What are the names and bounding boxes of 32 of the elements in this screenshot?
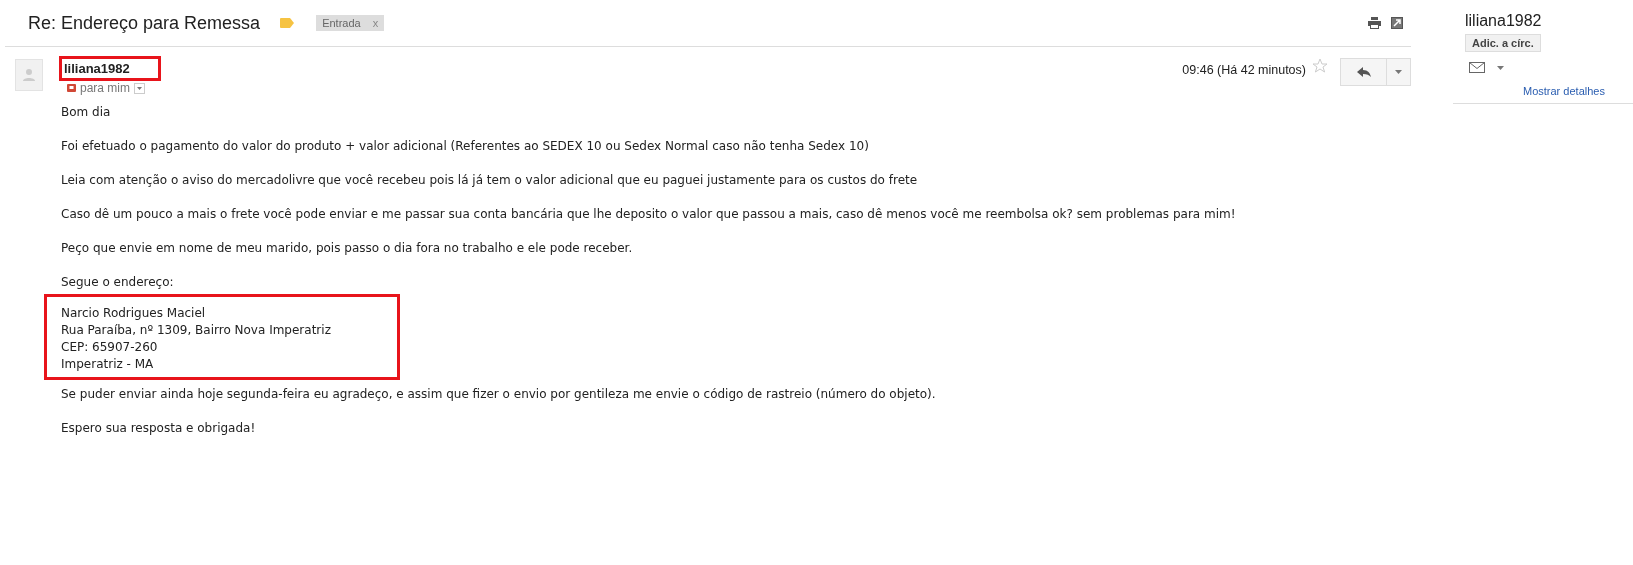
label-text: Entrada	[322, 17, 361, 29]
body-text-line: Segue o endereço:	[61, 274, 175, 291]
caret-icon[interactable]	[1497, 65, 1504, 70]
sender-name[interactable]: liliana1982	[59, 56, 161, 81]
body-text-line: Rua Paraíba, nº 1309, Bairro Nova Imperatriz	[61, 322, 332, 339]
body-text-line: Narcio Rodrigues Maciel	[61, 305, 207, 322]
reply-button[interactable]	[1340, 58, 1387, 86]
body-text-line: Se puder enviar ainda hoje segunda-feira eu agradeço, e assim que fizer o envio por gentileza me envie o código de rastreio (número do objeto).	[61, 386, 937, 403]
email-subject: Re: Endereço para Remessa	[28, 12, 261, 34]
body-text-line: Imperatriz - MA	[61, 356, 155, 373]
body-text-line: Leia com atenção o aviso do mercadolivre que você recebeu pois lá já tem o valor adicional que eu paguei justamente para os custos do frete	[61, 172, 919, 189]
add-to-circles-button[interactable]: Adic. a círc.	[1465, 34, 1541, 52]
body-text-line: Caso dê um pouco a mais o frete você pode enviar e me passar sua conta bancária que lhe deposito o valor que passou a mais, caso dê menos você me reembolsa ok? sem problemas para mim!	[61, 206, 1237, 223]
importance-icon	[67, 84, 76, 92]
star-icon[interactable]	[1312, 58, 1328, 74]
message-time: 09:46 (Há 42 minutos)	[1182, 63, 1306, 77]
contact-name: liliana1982	[1465, 12, 1542, 30]
body-text-line: Peço que envie em nome de meu marido, pois passo o dia fora no trabalho e ele pode receber.	[61, 240, 634, 257]
caret-icon	[1395, 70, 1402, 74]
body-text-line: Bom dia	[61, 104, 112, 121]
reply-icon	[1356, 67, 1371, 77]
body-text-line: Espero sua resposta e obrigada!	[61, 420, 257, 437]
details-dropdown-icon[interactable]	[134, 82, 145, 94]
body-text-line: Foi efetuado o pagamento do valor do produto + valor adicional (Referentes ao SEDEX 10 ou Sedex Normal caso não tenha Sedex 10)	[61, 138, 870, 155]
inbox-label[interactable]: Entrada x	[316, 15, 385, 31]
body-text-line: CEP: 65907-260	[61, 339, 159, 356]
avatar-icon	[15, 59, 43, 91]
show-details-link[interactable]: Mostrar detalhes	[1523, 85, 1605, 97]
new-window-icon[interactable]	[1391, 17, 1403, 29]
mail-icon[interactable]	[1469, 62, 1485, 73]
print-icon[interactable]	[1368, 17, 1381, 29]
recipient-text: para mim	[80, 81, 130, 95]
